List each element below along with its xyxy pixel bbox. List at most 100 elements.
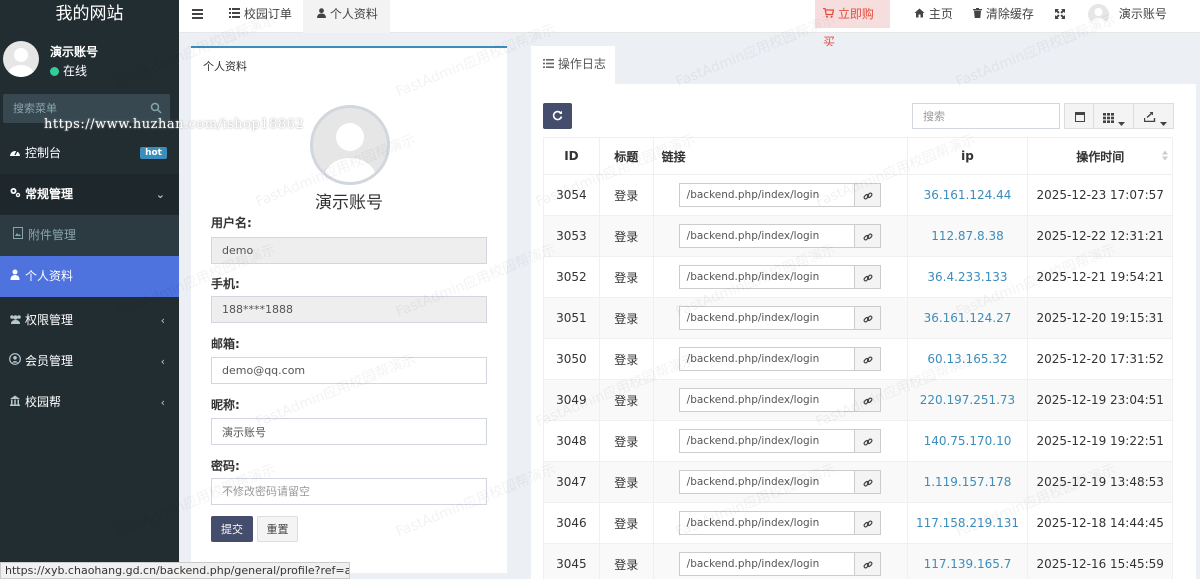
nickname-field[interactable] bbox=[211, 418, 487, 445]
link-button[interactable] bbox=[854, 265, 881, 289]
table-row[interactable]: 3050 登录/backend.php/index/login 60.13.165.… bbox=[543, 338, 1173, 380]
cell-title: 登录 bbox=[598, 502, 654, 544]
columns-button[interactable] bbox=[1093, 103, 1134, 129]
sidebar-item-dashboard[interactable]: 控制台 hot bbox=[0, 133, 179, 174]
account-menu[interactable]: 演示账号 bbox=[1088, 0, 1167, 33]
url-field[interactable]: /backend.php/index/login bbox=[678, 552, 855, 576]
url-field[interactable]: /backend.php/index/login bbox=[678, 388, 855, 412]
ip-link[interactable]: 112.87.8.38 bbox=[931, 229, 1004, 243]
link-button[interactable] bbox=[854, 511, 881, 535]
sidebar-item-campus[interactable]: 校园帮 ‹ bbox=[0, 382, 179, 423]
url-input-group: /backend.php/index/login bbox=[678, 552, 881, 576]
submit-button[interactable]: 提交 bbox=[211, 516, 253, 542]
link-button[interactable] bbox=[854, 470, 881, 494]
ip-link[interactable]: 117.139.165.7 bbox=[924, 557, 1012, 571]
cell-id: 3051 bbox=[543, 297, 600, 339]
buy-now-button[interactable]: 立即购买 bbox=[815, 0, 890, 49]
cell-ip[interactable]: 36.161.124.27 bbox=[906, 297, 1029, 339]
profile-avatar[interactable] bbox=[310, 105, 390, 185]
ip-link[interactable]: 140.75.170.10 bbox=[924, 434, 1012, 448]
cell-ip[interactable]: 112.87.8.38 bbox=[906, 215, 1029, 257]
sidebar-item-general[interactable]: 常规管理 ⌄ bbox=[0, 174, 179, 215]
link-button[interactable] bbox=[854, 306, 881, 330]
tab-label: 校园订单 bbox=[243, 7, 292, 21]
link-button[interactable] bbox=[854, 183, 881, 207]
log-search-input[interactable] bbox=[912, 103, 1060, 129]
table-row[interactable]: 3052 登录/backend.php/index/login 36.4.233.1… bbox=[543, 256, 1173, 298]
column-header-ip[interactable]: ip bbox=[906, 137, 1029, 175]
ip-link[interactable]: 36.161.124.27 bbox=[924, 311, 1012, 325]
table-row[interactable]: 3045 登录/backend.php/index/login 117.139.16… bbox=[543, 543, 1173, 579]
column-header-url[interactable]: 链接 bbox=[652, 137, 908, 175]
chevron-left-icon: ‹ bbox=[160, 355, 165, 368]
url-field[interactable]: /backend.php/index/login bbox=[678, 347, 855, 371]
table-row[interactable]: 3051 登录/backend.php/index/login 36.161.124… bbox=[543, 297, 1173, 339]
cell-title: 登录 bbox=[598, 174, 654, 216]
refresh-button[interactable] bbox=[543, 103, 572, 129]
link-button[interactable] bbox=[854, 552, 881, 576]
cell-ip[interactable]: 117.139.165.7 bbox=[906, 543, 1029, 579]
cell-ip[interactable]: 140.75.170.10 bbox=[906, 420, 1029, 462]
column-header-id[interactable]: ID bbox=[543, 137, 600, 175]
ip-link[interactable]: 220.197.251.73 bbox=[920, 393, 1015, 407]
cell-ip[interactable]: 1.119.157.178 bbox=[906, 461, 1029, 503]
ip-link[interactable]: 36.161.124.44 bbox=[924, 188, 1012, 202]
site-brand[interactable]: 我的网站 bbox=[0, 0, 179, 30]
sidebar-item-auth[interactable]: 权限管理 ‹ bbox=[0, 300, 179, 341]
url-field[interactable]: /backend.php/index/login bbox=[678, 265, 855, 289]
column-header-title[interactable]: 标题 bbox=[598, 137, 654, 175]
url-field[interactable]: /backend.php/index/login bbox=[678, 470, 855, 494]
password-field[interactable] bbox=[211, 478, 487, 505]
ip-link[interactable]: 117.158.219.131 bbox=[916, 516, 1019, 530]
cell-ip[interactable]: 36.4.233.133 bbox=[906, 256, 1029, 298]
url-field[interactable]: /backend.php/index/login bbox=[678, 511, 855, 535]
table-row[interactable]: 3053 登录/backend.php/index/login 112.87.8.3… bbox=[543, 215, 1173, 257]
avatar bbox=[1088, 4, 1109, 25]
table-row[interactable]: 3049 登录/backend.php/index/login 220.197.25… bbox=[543, 379, 1173, 421]
fullscreen-icon[interactable] bbox=[1055, 1, 1065, 34]
table-header-row: ID 标题 链接 ip 操作时间 bbox=[543, 137, 1173, 175]
toggle-view-button[interactable] bbox=[1064, 103, 1094, 129]
url-field[interactable]: /backend.php/index/login bbox=[678, 306, 855, 330]
sidebar-item-profile[interactable]: 个人资料 bbox=[0, 256, 179, 297]
cell-url: /backend.php/index/login bbox=[652, 338, 908, 380]
url-field[interactable]: /backend.php/index/login bbox=[678, 183, 855, 207]
tab-orders[interactable]: 校园订单 bbox=[219, 0, 302, 33]
sidebar-item-member[interactable]: 会员管理 ‹ bbox=[0, 341, 179, 382]
chevron-left-icon: ‹ bbox=[160, 314, 165, 327]
sidebar-toggle-icon[interactable] bbox=[192, 1, 203, 34]
search-icon[interactable] bbox=[150, 102, 162, 114]
cell-ip[interactable]: 36.161.124.44 bbox=[906, 174, 1029, 216]
ip-link[interactable]: 60.13.165.32 bbox=[927, 352, 1007, 366]
table-row[interactable]: 3047 登录/backend.php/index/login 1.119.157.… bbox=[543, 461, 1173, 503]
link-button[interactable] bbox=[854, 347, 881, 371]
ip-link[interactable]: 36.4.233.133 bbox=[927, 270, 1007, 284]
file-image-icon bbox=[11, 215, 25, 256]
ip-link[interactable]: 1.119.157.178 bbox=[924, 475, 1012, 489]
profile-display-name: 演示账号 bbox=[315, 193, 383, 213]
sidebar-item-attachment[interactable]: 附件管理 bbox=[0, 215, 179, 256]
column-header-time[interactable]: 操作时间 bbox=[1027, 137, 1173, 175]
table-row[interactable]: 3046 登录/backend.php/index/login 117.158.21… bbox=[543, 502, 1173, 544]
table-row[interactable]: 3048 登录/backend.php/index/login 140.75.170… bbox=[543, 420, 1173, 462]
link-button[interactable] bbox=[854, 388, 881, 412]
tab-operation-log[interactable]: 操作日志 bbox=[531, 46, 615, 84]
clear-cache-button[interactable]: 清除缓存 bbox=[973, 0, 1034, 33]
sidebar-item-label: 会员管理 bbox=[25, 354, 74, 368]
url-field[interactable]: /backend.php/index/login bbox=[678, 224, 855, 248]
link-button[interactable] bbox=[854, 224, 881, 248]
link-button[interactable] bbox=[854, 429, 881, 453]
tab-label: 操作日志 bbox=[557, 57, 606, 71]
table-row[interactable]: 3054 登录/backend.php/index/login 36.161.124… bbox=[543, 174, 1173, 216]
export-button[interactable] bbox=[1133, 103, 1174, 129]
home-link[interactable]: 主页 bbox=[914, 0, 953, 33]
cell-ip[interactable]: 220.197.251.73 bbox=[906, 379, 1029, 421]
url-field[interactable]: /backend.php/index/login bbox=[678, 429, 855, 453]
cell-url: /backend.php/index/login bbox=[652, 256, 908, 298]
cell-ip[interactable]: 60.13.165.32 bbox=[906, 338, 1029, 380]
tab-profile[interactable]: 个人资料 bbox=[303, 0, 390, 33]
cell-ip[interactable]: 117.158.219.131 bbox=[906, 502, 1029, 544]
reset-button[interactable]: 重置 bbox=[257, 516, 298, 542]
cell-time: 2025-12-19 19:22:51 bbox=[1027, 420, 1173, 462]
email-field[interactable] bbox=[211, 357, 487, 384]
